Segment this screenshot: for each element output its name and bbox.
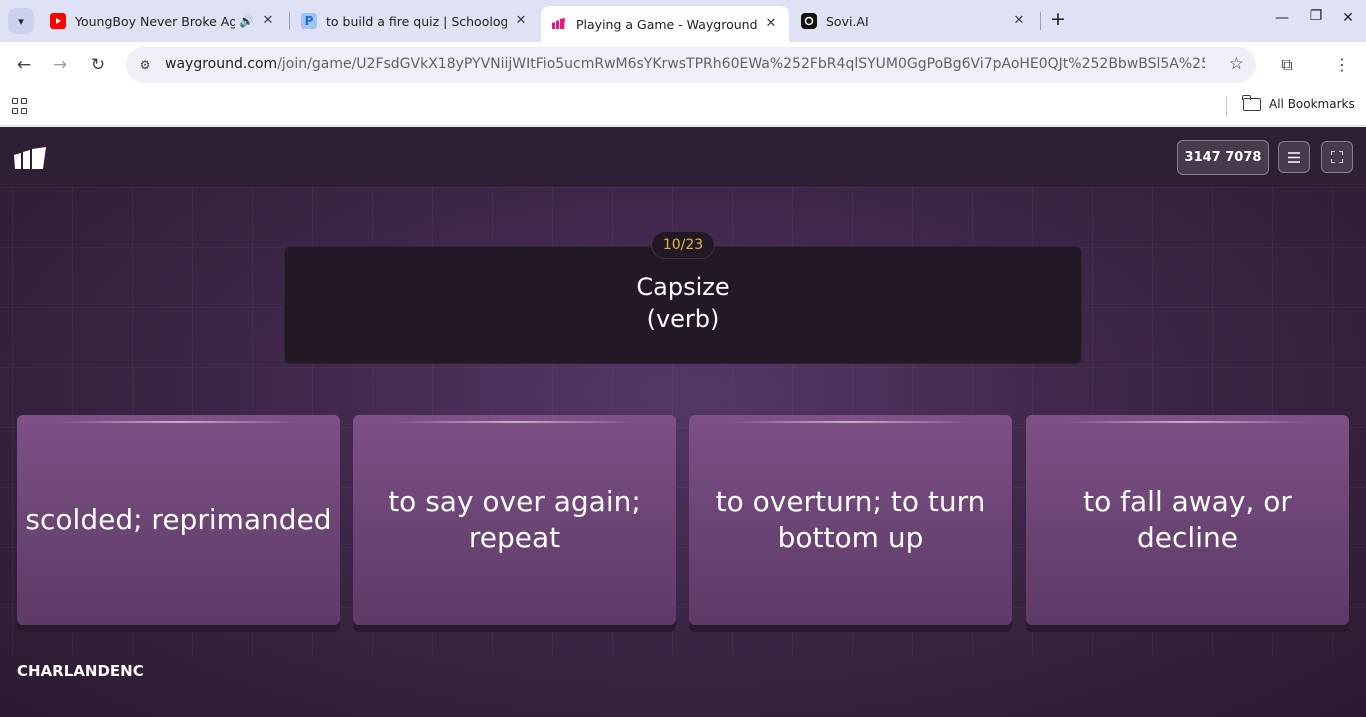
fullscreen-button[interactable]: [1321, 141, 1353, 173]
answer-option-4[interactable]: to fall away, or decline: [1026, 415, 1349, 625]
tab-separator: [1040, 12, 1041, 30]
youtube-icon: [50, 13, 66, 29]
tab-schoology[interactable]: P to build a fire quiz | Schoology ✕: [291, 6, 539, 36]
forward-icon[interactable]: →: [48, 53, 72, 77]
close-icon[interactable]: ✕: [513, 13, 529, 29]
tab-separator: [289, 12, 290, 30]
minimize-icon[interactable]: —: [1272, 10, 1292, 26]
tab-title: to build a fire quiz | Schoology: [326, 13, 507, 29]
menu-kebab-icon[interactable]: ⋮: [1331, 54, 1353, 76]
chevron-down-icon: ▾: [18, 14, 24, 28]
answer-option-2[interactable]: to say over again; repeat: [353, 415, 676, 625]
game-code-badge[interactable]: 3147 7078: [1177, 140, 1269, 175]
answer-option-1[interactable]: scolded; reprimanded: [17, 415, 340, 625]
answer-option-text: scolded; reprimanded: [25, 503, 332, 536]
question-progress-badge: 10/23: [651, 231, 715, 259]
url-text[interactable]: wayground.com/join/game/U2FsdGVkX18yPYVN…: [165, 56, 1205, 72]
close-icon[interactable]: ✕: [260, 13, 276, 29]
tab-sovi[interactable]: Sovi.AI ✕: [791, 6, 1037, 36]
close-icon[interactable]: ✕: [763, 16, 779, 32]
question-text: Capsize (verb): [284, 271, 1082, 335]
bookmarks-separator: [1226, 96, 1227, 116]
sovi-icon: [801, 13, 817, 29]
apps-icon[interactable]: [12, 98, 28, 114]
hamburger-icon: [1288, 151, 1300, 163]
game-viewport: 3147 7078 10/23 Capsize (verb) scolded; …: [0, 127, 1366, 717]
back-icon[interactable]: ←: [12, 53, 36, 77]
url-host: wayground.com: [165, 56, 278, 72]
close-icon[interactable]: ✕: [1011, 13, 1027, 29]
restore-icon[interactable]: ❐: [1306, 8, 1326, 24]
new-tab-button[interactable]: +: [1047, 9, 1069, 31]
answer-option-text: to say over again; repeat: [388, 485, 641, 554]
question-term: Capsize: [636, 273, 730, 301]
window-close-icon[interactable]: ✕: [1338, 10, 1358, 26]
question-part-of-speech: (verb): [646, 305, 720, 333]
folder-icon: [1242, 94, 1261, 111]
reload-icon[interactable]: ↻: [86, 53, 110, 77]
tab-search-button[interactable]: ▾: [8, 8, 34, 34]
game-topbar: 3147 7078: [0, 127, 1366, 187]
bookmark-star-icon[interactable]: ☆: [1229, 54, 1244, 74]
tab-title: Sovi.AI: [826, 13, 869, 29]
tab-title: Playing a Game - Wayground (F: [576, 16, 757, 32]
tab-wayground[interactable]: Playing a Game - Wayground (F ✕: [541, 6, 789, 42]
fullscreen-icon: [1331, 151, 1343, 163]
speaker-icon[interactable]: 🔊: [239, 14, 254, 28]
bookmarks-bar: All Bookmarks: [0, 88, 1366, 126]
answer-option-text: to overturn; to turn bottom up: [715, 485, 986, 554]
extensions-icon[interactable]: ⧉: [1276, 54, 1298, 76]
all-bookmarks-button[interactable]: All Bookmarks: [1242, 94, 1355, 111]
url-path: /join/game/U2FsdGVkX18yPYVNiijWItFio5ucm…: [277, 56, 1205, 72]
browser-toolbar: ← → ↻ ⚙ wayground.com/join/game/U2FsdGVk…: [0, 42, 1366, 88]
address-bar[interactable]: ⚙ wayground.com/join/game/U2FsdGVkX18yPY…: [126, 47, 1256, 83]
menu-button[interactable]: [1278, 141, 1310, 173]
answer-option-text: to fall away, or decline: [1083, 485, 1292, 554]
tab-title: YoungBoy Never Broke Again: [75, 13, 236, 29]
all-bookmarks-label: All Bookmarks: [1269, 97, 1355, 111]
wayground-logo-icon: [14, 147, 46, 169]
schoology-icon: P: [301, 13, 317, 29]
wayground-icon: [551, 16, 567, 32]
player-name: CHARLANDENC: [17, 662, 144, 680]
tab-strip: ▾ YoungBoy Never Broke Again 🔊 ✕ P to bu…: [0, 0, 1366, 42]
tab-youtube[interactable]: YoungBoy Never Broke Again 🔊 ✕: [40, 6, 286, 36]
site-info-icon[interactable]: ⚙: [135, 55, 155, 75]
answer-option-3[interactable]: to overturn; to turn bottom up: [689, 415, 1012, 625]
